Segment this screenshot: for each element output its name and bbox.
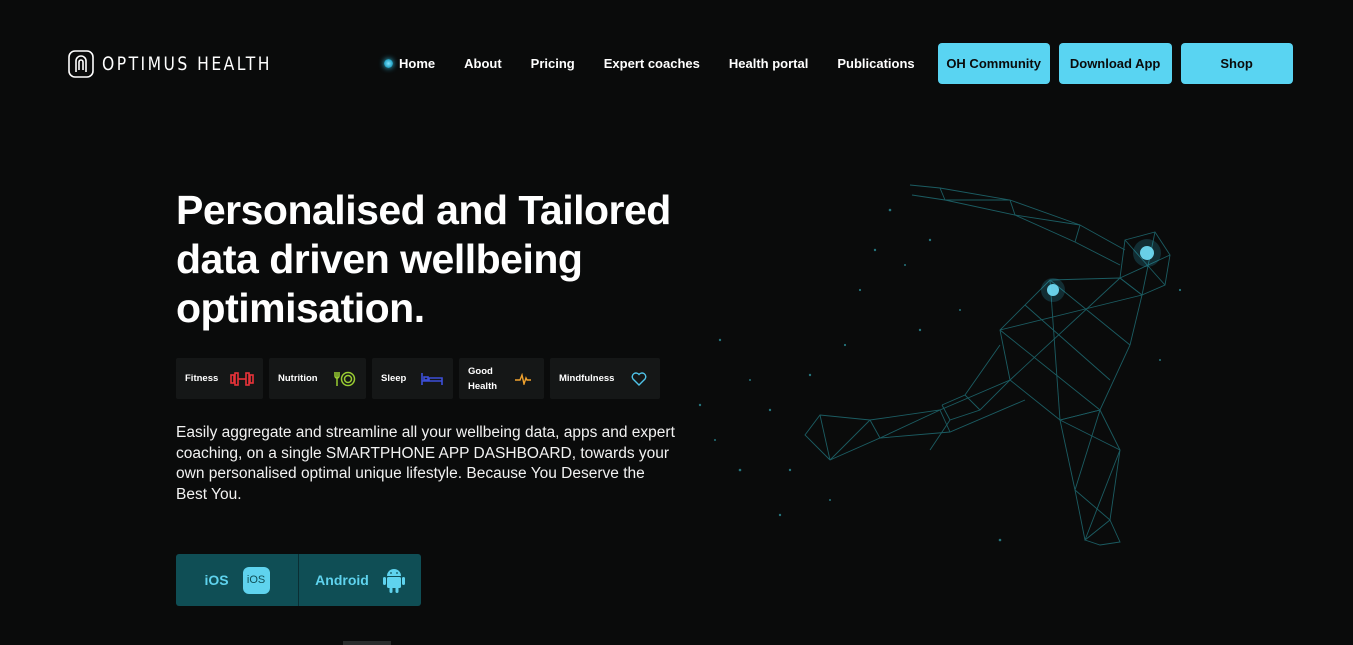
nav-home-label: Home <box>399 56 436 71</box>
android-label: Android <box>315 572 369 588</box>
heart-icon <box>627 369 651 389</box>
nav-pricing[interactable]: Pricing <box>531 56 575 71</box>
ios-label: iOS <box>204 572 229 588</box>
android-download-button[interactable]: Android <box>299 554 421 606</box>
android-icon <box>382 569 405 593</box>
wireframe-runner-illustration <box>698 184 1182 546</box>
category-label: Nutrition <box>278 373 318 384</box>
nav-publications[interactable]: Publications <box>837 56 914 71</box>
category-sleep[interactable]: Sleep <box>372 358 453 399</box>
plate-cutlery-icon <box>333 369 357 389</box>
nav-health-portal[interactable]: Health portal <box>729 56 808 71</box>
bed-icon <box>420 369 444 389</box>
category-fitness[interactable]: Fitness <box>176 358 263 399</box>
heartbeat-icon <box>511 369 535 389</box>
hero-description: Easily aggregate and streamline all your… <box>176 424 675 503</box>
brand-name: OPTIMUS HEALTH <box>102 53 272 75</box>
nav-home[interactable]: Home <box>384 56 435 71</box>
dumbbell-icon <box>230 369 254 389</box>
category-mindfulness[interactable]: Mindfulness <box>550 358 660 399</box>
ios-download-button[interactable]: iOS iOS <box>176 554 298 606</box>
category-label: Sleep <box>381 373 407 384</box>
main-nav: Home About Pricing Expert coaches Health… <box>384 43 1293 84</box>
hero-title: Personalised and Tailored data driven we… <box>176 187 671 331</box>
category-nutrition[interactable]: Nutrition <box>269 358 366 399</box>
download-app-button[interactable]: Download App <box>1058 43 1172 84</box>
category-label: Good Health <box>468 365 498 392</box>
active-dot-icon <box>384 59 393 68</box>
store-buttons: iOS iOS Android <box>176 554 421 606</box>
category-label: Fitness <box>185 373 219 384</box>
category-list: Fitness Nutrition Sleep Good Health Mind… <box>176 358 660 399</box>
shop-button[interactable]: Shop <box>1180 43 1293 84</box>
oh-community-button[interactable]: OH Community <box>937 43 1050 84</box>
category-label: Mindfulness <box>559 373 615 384</box>
category-good-health[interactable]: Good Health <box>459 358 544 399</box>
nav-expert-coaches[interactable]: Expert coaches <box>604 56 700 71</box>
ios-icon: iOS <box>242 566 270 594</box>
brand-logo[interactable]: OPTIMUS HEALTH <box>68 50 309 78</box>
scroll-indicator <box>343 641 391 645</box>
nav-about[interactable]: About <box>464 56 502 71</box>
fingerprint-icon <box>68 50 94 78</box>
